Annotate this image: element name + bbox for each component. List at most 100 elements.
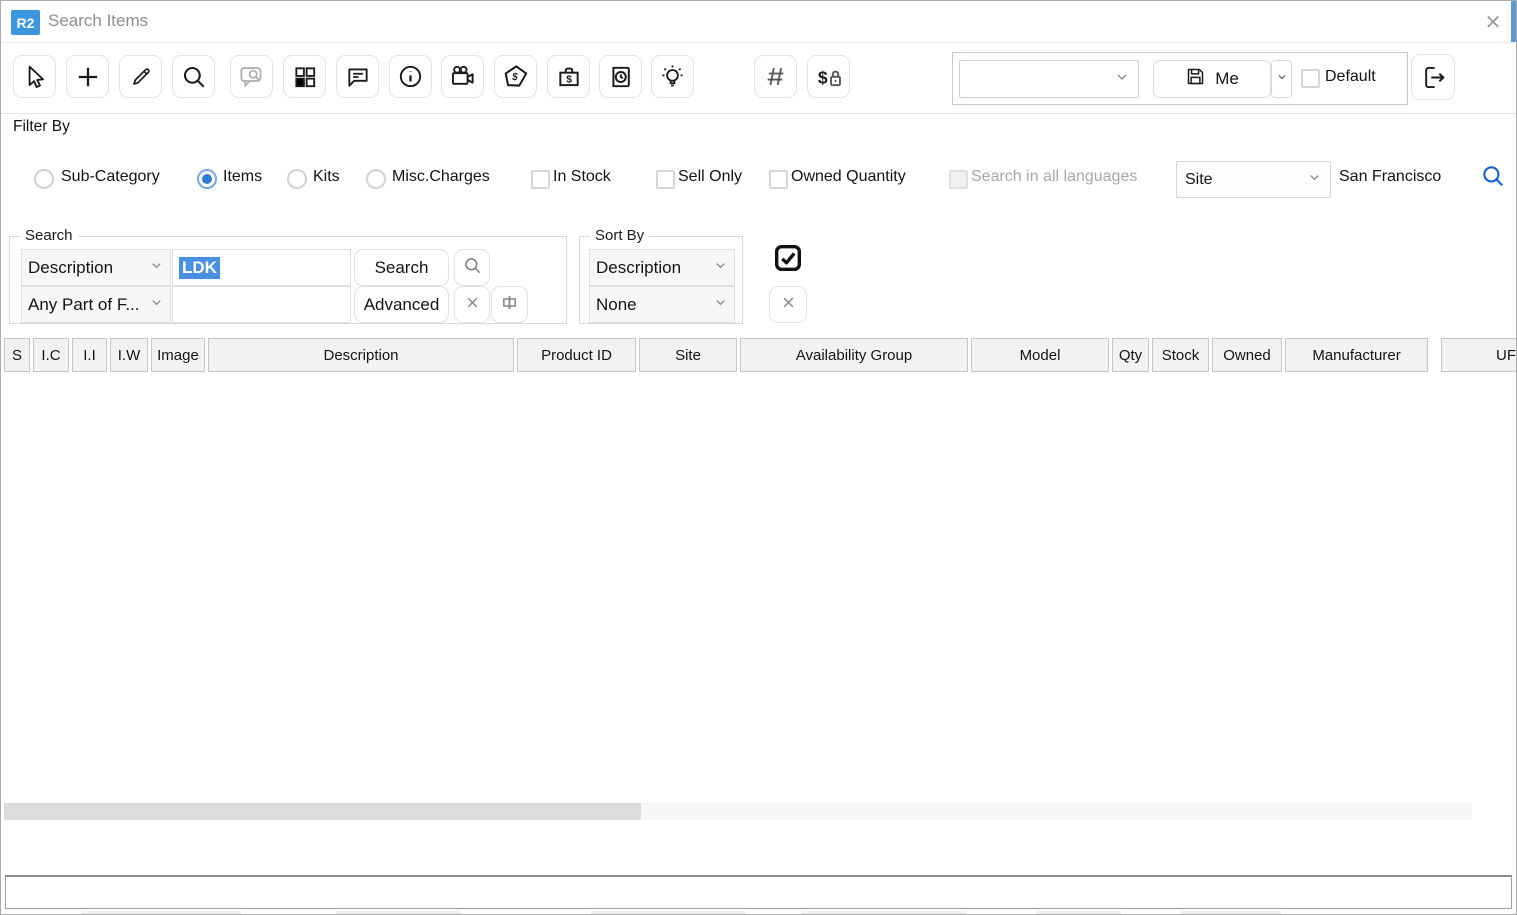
column-header-i-c[interactable]: I.C <box>33 338 69 372</box>
radio-items[interactable] <box>197 169 217 189</box>
search-match-select[interactable]: Any Part of F... <box>21 286 171 323</box>
radio-kits-label: Kits <box>313 168 340 186</box>
quick-search-button[interactable] <box>230 55 273 98</box>
column-header-i-w[interactable]: I.W <box>110 338 148 372</box>
chevron-down-icon <box>149 258 164 278</box>
flip-horizontal-icon <box>499 292 520 318</box>
save-icon <box>1185 66 1206 92</box>
price-lock-button[interactable]: $ <box>807 55 850 98</box>
price-tag-button[interactable]: $ <box>494 55 537 98</box>
search-icon <box>181 64 207 90</box>
chevron-down-icon <box>713 295 728 315</box>
lightbulb-icon <box>659 63 686 90</box>
add-button[interactable] <box>66 55 109 98</box>
sort-secondary-select[interactable]: None <box>589 286 735 323</box>
bottom-stub <box>1181 911 1281 915</box>
exit-button[interactable] <box>1411 54 1455 100</box>
in-stock-label: In Stock <box>553 168 611 186</box>
column-header-model[interactable]: Model <box>971 338 1109 372</box>
search-query2-input[interactable] <box>172 286 351 323</box>
chevron-down-icon <box>713 258 728 278</box>
info-icon <box>397 63 424 90</box>
close-button[interactable]: ✕ <box>1479 9 1507 35</box>
horizontal-scrollbar[interactable] <box>4 803 1472 820</box>
svg-text:$: $ <box>511 72 518 83</box>
site-search-button[interactable] <box>1480 163 1506 194</box>
search-field-select[interactable]: Description <box>21 249 171 286</box>
video-camera-icon <box>449 63 476 90</box>
sort-secondary-value: None <box>596 295 637 315</box>
radio-misc-charges-label: Misc.Charges <box>392 168 490 186</box>
sortby-legend: Sort By <box>590 227 649 244</box>
radio-misc-charges[interactable] <box>366 169 386 189</box>
radio-kits[interactable] <box>287 169 307 189</box>
column-header-owned[interactable]: Owned <box>1212 338 1282 372</box>
notes-button[interactable] <box>336 55 379 98</box>
search-tool-button[interactable] <box>172 55 215 98</box>
sort-primary-select[interactable]: Description <box>589 249 735 286</box>
chevron-down-icon <box>1114 69 1130 90</box>
column-header-stock[interactable]: Stock <box>1152 338 1209 372</box>
advanced-button[interactable]: Advanced <box>354 286 449 323</box>
flip-layout-button[interactable] <box>491 286 528 323</box>
select-all-button[interactable] <box>769 241 807 279</box>
edit-button[interactable] <box>119 55 162 98</box>
column-header-description[interactable]: Description <box>208 338 514 372</box>
site-select[interactable]: Site <box>1176 161 1331 198</box>
search-lookup-button[interactable] <box>454 249 490 286</box>
clear-search-button[interactable] <box>454 286 490 323</box>
pointer-icon <box>22 64 48 90</box>
info-button[interactable] <box>389 55 432 98</box>
search-all-languages-checkbox <box>949 170 968 189</box>
table-header: SI.CI.II.WImageDescriptionProduct IDSite… <box>4 338 1517 372</box>
save-view-dropdown[interactable] <box>1271 60 1292 98</box>
radio-sub-category-label: Sub-Category <box>61 168 160 186</box>
tile-view-button[interactable] <box>283 55 326 98</box>
column-header-availability-group[interactable]: Availability Group <box>740 338 968 372</box>
column-header-s[interactable]: S <box>4 338 30 372</box>
column-header-i-i[interactable]: I.I <box>72 338 107 372</box>
column-header-product-id[interactable]: Product ID <box>517 338 636 372</box>
column-header-qty[interactable]: Qty <box>1112 338 1149 372</box>
number-button[interactable] <box>754 55 797 98</box>
column-header-manufacturer[interactable]: Manufacturer <box>1285 338 1428 372</box>
site-name-value: San Francisco <box>1339 168 1441 186</box>
default-checkbox[interactable] <box>1301 69 1320 88</box>
clear-selection-button[interactable] <box>769 286 807 323</box>
bottom-stub <box>1036 911 1121 915</box>
saved-view-group: Me Default <box>952 52 1408 105</box>
edge-artifact <box>1511 1 1516 46</box>
radio-sub-category[interactable] <box>34 169 54 189</box>
column-header-image[interactable]: Image <box>151 338 205 372</box>
sort-primary-value: Description <box>596 258 681 278</box>
rates-button[interactable]: $ <box>547 55 590 98</box>
window-title: Search Items <box>48 11 148 31</box>
saved-view-select[interactable] <box>959 60 1139 98</box>
media-button[interactable] <box>441 55 484 98</box>
bottom-stub <box>81 911 241 915</box>
search-all-languages-label: Search in all languages <box>971 168 1137 186</box>
column-header-uf[interactable]: UF <box>1441 338 1517 372</box>
hash-icon <box>762 63 789 90</box>
r2-app-icon: R2 <box>11 10 40 35</box>
sell-only-checkbox[interactable] <box>656 170 675 189</box>
pointer-tool-button[interactable] <box>13 55 56 98</box>
in-stock-checkbox[interactable] <box>531 170 550 189</box>
search-button[interactable]: Search <box>354 249 449 286</box>
history-icon <box>608 64 634 90</box>
x-icon <box>465 295 480 315</box>
toolbar: $ $ $ Me <box>1 42 1516 114</box>
idea-button[interactable] <box>651 55 694 98</box>
save-view-me-button[interactable]: Me <box>1153 60 1271 98</box>
status-bar <box>5 875 1512 909</box>
scrollbar-thumb[interactable] <box>4 803 641 820</box>
owned-quantity-checkbox[interactable] <box>769 170 788 189</box>
search-match-value: Any Part of F... <box>28 295 140 315</box>
default-label: Default <box>1325 68 1376 86</box>
filter-by-label: Filter By <box>13 118 70 136</box>
title-bar: R2 Search Items ✕ <box>1 1 1516 41</box>
column-header-site[interactable]: Site <box>639 338 737 372</box>
history-button[interactable] <box>599 55 642 98</box>
checked-checkbox-icon <box>771 241 805 280</box>
search-query-input[interactable]: LDK <box>172 249 351 286</box>
